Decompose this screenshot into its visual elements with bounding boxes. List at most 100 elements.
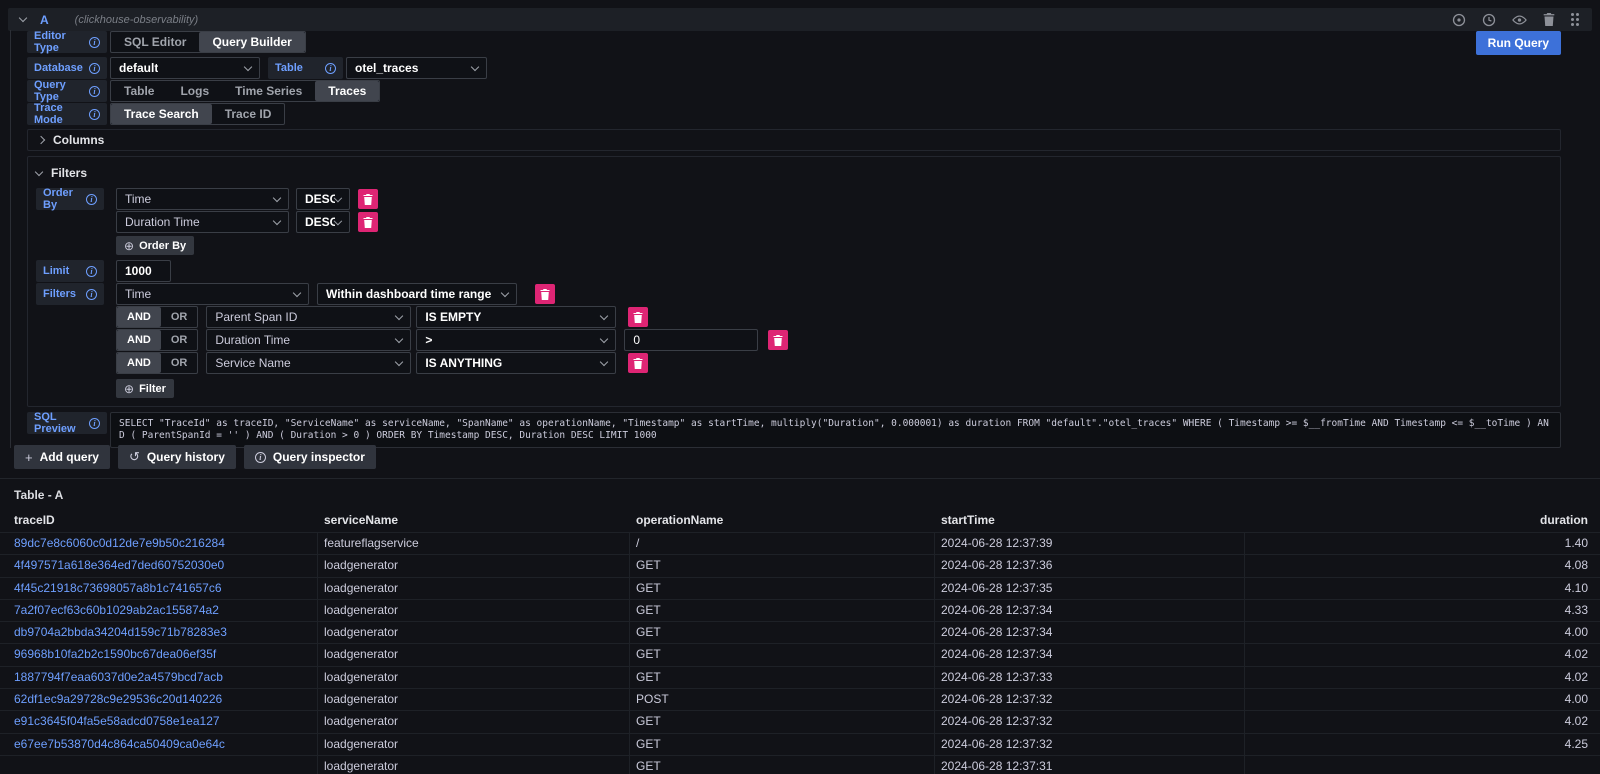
- table-row: 89dc7e8c6060c0d12de7e9b50c216284featuref…: [0, 532, 1600, 554]
- order-by-direction-select[interactable]: DESC: [296, 188, 350, 210]
- database-label: Database i: [27, 57, 107, 79]
- run-query-button[interactable]: Run Query: [1476, 31, 1561, 55]
- option-logs[interactable]: Logs: [167, 81, 222, 101]
- option-table[interactable]: Table: [111, 81, 167, 101]
- column-header-operationName[interactable]: operationName: [630, 510, 935, 532]
- trace-id-link[interactable]: e67ee7b53870d4c864ca50409ca0e64c: [14, 737, 225, 751]
- table-cell-startTime: 2024-06-28 12:37:32: [935, 734, 1245, 755]
- option-and[interactable]: AND: [117, 307, 161, 327]
- filter-field-select[interactable]: Duration Time: [206, 329, 411, 351]
- chevron-down-icon: [600, 357, 608, 365]
- info-icon: i: [86, 194, 97, 205]
- remove-order-by-button[interactable]: [358, 212, 378, 232]
- table-cell-duration: [1245, 756, 1600, 774]
- filters-section-toggle[interactable]: Filters: [36, 165, 1552, 181]
- table-row: 96968b10fa2b2c1590bc67dea06ef35floadgene…: [0, 643, 1600, 665]
- trace-id-link[interactable]: 4f45c21918c73698057a8b1c741657c6: [14, 581, 222, 595]
- remove-order-by-button[interactable]: [358, 189, 378, 209]
- table-label: Table i: [268, 57, 343, 79]
- query-ref-id: A: [40, 13, 49, 27]
- option-or[interactable]: OR: [161, 307, 198, 327]
- table-cell-serviceName: loadgenerator: [318, 689, 630, 710]
- table-cell-duration: 4.33: [1245, 600, 1600, 621]
- trash-icon[interactable]: [1543, 13, 1555, 26]
- plus-circle-icon: ⊕: [124, 239, 134, 253]
- trace-id-link[interactable]: 7a2f07ecf63c60b1029ab2ac155874a2: [14, 603, 219, 617]
- sql-preview-code: SELECT "TraceId" as traceID, "ServiceNam…: [110, 412, 1561, 448]
- query-row-header: A (clickhouse-observability): [8, 8, 1592, 31]
- table-row: e91c3645f04fa5e58adcd0758e1ea127loadgene…: [0, 710, 1600, 732]
- table-cell-traceID: db9704a2bbda34204d159c71b78283e3: [0, 622, 318, 643]
- database-select[interactable]: default: [110, 57, 260, 79]
- option-and[interactable]: AND: [117, 353, 161, 373]
- filter-field-select[interactable]: Time: [116, 283, 309, 305]
- filter-operator-select[interactable]: >: [416, 329, 616, 351]
- option-or[interactable]: OR: [161, 330, 198, 350]
- trace-id-link[interactable]: 96968b10fa2b2c1590bc67dea06ef35f: [14, 647, 216, 661]
- clock-icon[interactable]: [1482, 13, 1496, 27]
- table-select[interactable]: otel_traces: [346, 57, 487, 79]
- table-row: e67ee7b53870d4c864ca50409ca0e64cloadgene…: [0, 733, 1600, 755]
- limit-input[interactable]: 1000: [116, 260, 171, 282]
- order-by-direction-select[interactable]: DESC: [296, 211, 350, 233]
- table-cell-operationName: GET: [630, 711, 935, 732]
- info-icon: i: [89, 109, 100, 120]
- order-by-field-select[interactable]: Time: [116, 188, 289, 210]
- table-cell-serviceName: loadgenerator: [318, 555, 630, 576]
- table-cell-traceID: 1887794f7eaa6037d0e2a4579bcd7acb: [0, 667, 318, 688]
- filter-value-input[interactable]: 0: [624, 329, 758, 351]
- option-or[interactable]: OR: [161, 353, 198, 373]
- table-row: 1887794f7eaa6037d0e2a4579bcd7acbloadgene…: [0, 666, 1600, 688]
- remove-filter-button[interactable]: [628, 307, 648, 327]
- drag-handle[interactable]: [1571, 13, 1574, 16]
- remove-filter-button[interactable]: [535, 284, 555, 304]
- filter-field-select[interactable]: Parent Span ID: [206, 306, 411, 328]
- query-history-button[interactable]: ↺ Query history: [118, 445, 236, 469]
- trace-id-link[interactable]: 1887794f7eaa6037d0e2a4579bcd7acb: [14, 670, 223, 684]
- trace-id-link[interactable]: e91c3645f04fa5e58adcd0758e1ea127: [14, 714, 220, 728]
- remove-filter-button[interactable]: [768, 330, 788, 350]
- table-cell-startTime: 2024-06-28 12:37:34: [935, 644, 1245, 665]
- option-sql-editor[interactable]: SQL Editor: [111, 32, 199, 52]
- editor-type-label: Editor Type i: [27, 31, 107, 53]
- option-trace-id[interactable]: Trace ID: [212, 104, 285, 124]
- filter-operator-select[interactable]: IS EMPTY: [416, 306, 616, 328]
- filter-condition-row: AND OR Parent Span ID IS EMPTY: [36, 306, 1552, 328]
- add-order-by-button[interactable]: ⊕ Order By: [116, 236, 194, 255]
- table-cell-startTime: 2024-06-28 12:37:32: [935, 689, 1245, 710]
- column-header-serviceName[interactable]: serviceName: [318, 510, 630, 532]
- add-filter-button[interactable]: ⊕ Filter: [116, 379, 174, 398]
- order-by-field-select[interactable]: Duration Time: [116, 211, 289, 233]
- chevron-down-icon: [501, 288, 509, 296]
- option-trace-search[interactable]: Trace Search: [111, 104, 212, 124]
- filter-operator-select[interactable]: Within dashboard time range: [317, 283, 517, 305]
- table-cell-duration: 4.02: [1245, 667, 1600, 688]
- database-table-row: Database i default Table i otel_traces: [27, 57, 1592, 79]
- table-row: 7a2f07ecf63c60b1029ab2ac155874a2loadgene…: [0, 599, 1600, 621]
- eye-icon[interactable]: [1512, 13, 1527, 27]
- filter-operator-select[interactable]: IS ANYTHING: [416, 352, 616, 374]
- table-row: 62df1ec9a29728c9e29536c20d140226 loadgene…: [0, 688, 1600, 710]
- collapse-query-icon[interactable]: [19, 14, 27, 22]
- option-traces[interactable]: Traces: [315, 81, 379, 101]
- option-time-series[interactable]: Time Series: [222, 81, 315, 101]
- trace-id-link[interactable]: 4f497571a618e364ed7ded60752030e0: [14, 558, 224, 572]
- table-cell-serviceName: loadgenerator: [318, 756, 630, 774]
- column-header-startTime[interactable]: startTime: [935, 510, 1245, 532]
- columns-section-toggle[interactable]: Columns: [38, 132, 104, 148]
- trace-id-link[interactable]: 62df1ec9a29728c9e29536c20d140226: [14, 692, 222, 706]
- option-query-builder[interactable]: Query Builder: [199, 32, 304, 52]
- info-circle-icon[interactable]: [1452, 13, 1466, 27]
- query-inspector-button[interactable]: i Query inspector: [244, 445, 376, 469]
- add-query-button[interactable]: + Add query: [14, 445, 110, 469]
- remove-filter-button[interactable]: [628, 353, 648, 373]
- filter-field-select[interactable]: Service Name: [206, 352, 411, 374]
- trace-id-link[interactable]: db9704a2bbda34204d159c71b78283e3: [14, 625, 227, 639]
- table-cell-traceID: e91c3645f04fa5e58adcd0758e1ea127: [0, 711, 318, 732]
- filter-condition-row: AND OR Duration Time > 0: [36, 329, 1552, 351]
- table-cell-duration: 4.00: [1245, 622, 1600, 643]
- trace-id-link[interactable]: 89dc7e8c6060c0d12de7e9b50c216284: [14, 536, 225, 550]
- column-header-traceID[interactable]: traceID: [0, 510, 318, 532]
- column-header-duration[interactable]: duration: [1245, 510, 1600, 532]
- option-and[interactable]: AND: [117, 330, 161, 350]
